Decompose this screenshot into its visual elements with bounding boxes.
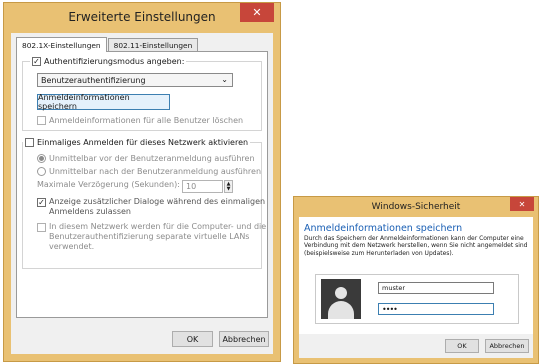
credentials-heading: Anmeldeinformationen speichern xyxy=(304,223,463,234)
radio-before-logon-label: Unmittelbar vor der Benutzeranmeldung au… xyxy=(49,154,255,163)
close-button[interactable]: ✕ xyxy=(240,3,274,22)
username-value: muster xyxy=(382,284,406,292)
dialog-footer: OK Abbrechen xyxy=(299,334,533,358)
auth-mode-checkbox[interactable]: ✓ xyxy=(32,57,41,66)
additional-dialogs-line1: Anzeige zusätzlicher Dialoge während des… xyxy=(49,197,266,206)
radio-after-logon-label: Unmittelbar nach der Benutzeranmeldung a… xyxy=(49,167,262,176)
ok-label: OK xyxy=(186,334,199,344)
close-button[interactable]: ✕ xyxy=(510,197,534,211)
tab-label: 802.11-Einstellungen xyxy=(113,40,193,50)
check-icon: ✓ xyxy=(33,56,40,66)
save-credentials-button[interactable]: Anmeldeinformationen speichern xyxy=(37,93,170,111)
save-credentials-label: Anmeldeinformationen speichern xyxy=(38,93,130,111)
delete-all-credentials-label: Anmeldeinformationen für alle Benutzer l… xyxy=(49,116,244,125)
ok-button[interactable]: OK xyxy=(172,331,213,347)
auth-mode-checkbox-row[interactable]: ✓ Authentifizierungsmodus angeben: xyxy=(30,57,187,66)
user-avatar-icon xyxy=(321,279,361,319)
password-input[interactable]: •••• xyxy=(378,303,494,315)
max-delay-value: 10 xyxy=(186,182,197,191)
sso-checkbox[interactable] xyxy=(25,138,34,147)
separate-vlan-line2: Benutzerauthentifizierung separate virtu… xyxy=(49,232,250,241)
additional-dialogs-row[interactable]: ✓ Anzeige zusätzlicher Dialoge während d… xyxy=(37,197,265,217)
tab-strip: 802.1X-Einstellungen 802.11-Einstellunge… xyxy=(16,37,199,52)
window-titlebar[interactable]: Erweiterte Einstellungen xyxy=(4,3,280,31)
credentials-panel: Anmeldeinformationen speichern Durch das… xyxy=(299,217,533,334)
window-titlebar[interactable]: Windows-Sicherheit xyxy=(294,197,538,217)
max-delay-label: Maximale Verzögerung (Sekunden): xyxy=(37,180,180,189)
windows-security-window: Windows-Sicherheit ✕ Anmeldeinformatione… xyxy=(293,196,539,364)
tab-80211-settings[interactable]: 802.11-Einstellungen xyxy=(107,38,199,51)
radio-before-logon[interactable] xyxy=(37,154,46,163)
ok-label: OK xyxy=(457,342,467,350)
radio-before-logon-row[interactable]: Unmittelbar vor der Benutzeranmeldung au… xyxy=(37,154,255,163)
dialog-client-area: Anmeldeinformationen speichern Durch das… xyxy=(299,217,533,358)
delete-all-credentials-row[interactable]: Anmeldeinformationen für alle Benutzer l… xyxy=(37,116,243,125)
additional-dialogs-label: Anzeige zusätzlicher Dialoge während des… xyxy=(49,197,265,217)
close-icon: ✕ xyxy=(252,6,262,19)
credentials-description: Durch das Speichern der Anmeldeinformati… xyxy=(304,235,528,257)
delete-all-credentials-checkbox[interactable] xyxy=(37,116,46,125)
max-delay-input[interactable]: 10 xyxy=(182,180,223,193)
radio-selected-dot xyxy=(39,156,44,161)
window-title: Windows-Sicherheit xyxy=(371,202,461,212)
sso-label: Einmaliges Anmelden für dieses Netzwerk … xyxy=(37,138,249,147)
additional-dialogs-line2: Anmeldens zulassen xyxy=(49,207,131,216)
separate-vlan-label: In diesem Netzwerk werden für die Comput… xyxy=(49,222,266,252)
separate-vlan-line3: verwendet. xyxy=(49,242,95,251)
separate-vlan-line1: In diesem Netzwerk werden für die Comput… xyxy=(49,222,267,231)
check-icon: ✓ xyxy=(38,197,45,207)
separate-vlan-checkbox[interactable] xyxy=(37,223,46,232)
cancel-button[interactable]: Abbrechen xyxy=(219,331,269,347)
password-value: •••• xyxy=(382,304,398,314)
radio-after-logon-row[interactable]: Unmittelbar nach der Benutzeranmeldung a… xyxy=(37,167,261,176)
tab-label: 802.1X-Einstellungen xyxy=(22,40,101,50)
username-input[interactable]: muster xyxy=(378,282,494,294)
window-title: Erweiterte Einstellungen xyxy=(68,10,216,24)
cancel-label: Abbrechen xyxy=(222,334,266,344)
credential-tile: muster •••• xyxy=(315,274,519,324)
chevron-down-icon: ⌄ xyxy=(221,75,228,84)
radio-after-logon[interactable] xyxy=(37,167,46,176)
close-icon: ✕ xyxy=(518,199,526,209)
spin-down-icon: ▼ xyxy=(226,185,231,192)
max-delay-spinner[interactable]: ▲ ▼ xyxy=(224,180,233,193)
avatar-head xyxy=(335,287,347,299)
ok-button[interactable]: OK xyxy=(445,339,479,353)
tab-8021x-settings[interactable]: 802.1X-Einstellungen xyxy=(16,37,107,52)
advanced-settings-window: Erweiterte Einstellungen ✕ 802.1X-Einste… xyxy=(3,2,281,362)
separate-vlan-row[interactable]: In diesem Netzwerk werden für die Comput… xyxy=(37,222,266,252)
sso-checkbox-row[interactable]: Einmaliges Anmelden für dieses Netzwerk … xyxy=(23,138,251,147)
cancel-button[interactable]: Abbrechen xyxy=(485,339,529,353)
additional-dialogs-checkbox[interactable]: ✓ xyxy=(37,198,46,207)
auth-mode-selected-value: Benutzerauthentifizierung xyxy=(41,75,146,85)
auth-mode-label: Authentifizierungsmodus angeben: xyxy=(44,57,185,66)
cancel-label: Abbrechen xyxy=(489,342,525,350)
dialog-client-area: 802.1X-Einstellungen 802.11-Einstellunge… xyxy=(11,33,273,354)
tab-panel-8021x: ✓ Authentifizierungsmodus angeben: Benut… xyxy=(16,51,268,318)
auth-mode-select[interactable]: Benutzerauthentifizierung ⌄ xyxy=(37,73,233,87)
avatar-body xyxy=(328,301,354,319)
